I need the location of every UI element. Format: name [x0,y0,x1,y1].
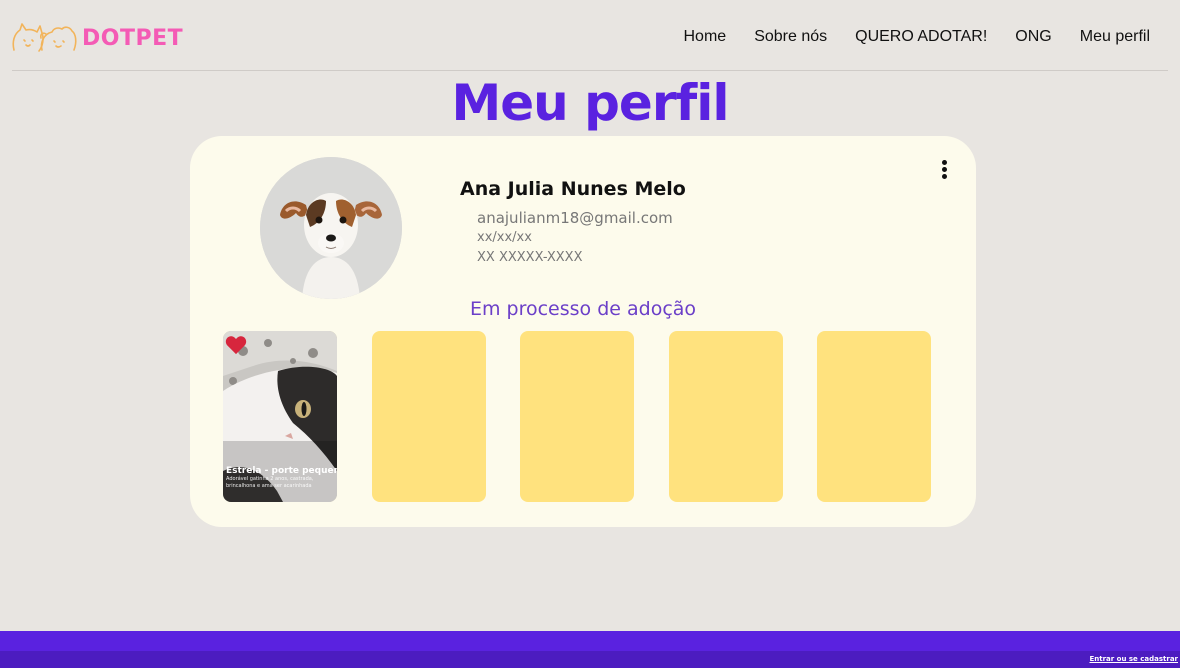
nav-home[interactable]: Home [684,28,727,46]
brand-name: DOTPET [82,25,184,51]
dog-photo [260,157,402,299]
profile-card: Ana Julia Nunes Melo anajulianm18@gmail.… [190,136,976,527]
pet-placeholder-card[interactable] [372,331,486,502]
page-title: Meu perfil [451,74,729,132]
pet-caption: Estrela - porte pequeno Adorável gatinha… [226,466,337,490]
user-info: anajulianm18@gmail.com xx/xx/xx XX XXXXX… [477,208,673,268]
brand-logo[interactable]: DOTPET [10,20,183,56]
user-phone: XX XXXXX-XXXX [477,250,583,265]
site-footer: Entrar ou se cadastrar [0,631,1180,668]
user-name: Ana Julia Nunes Melo [460,178,686,200]
pet-placeholder-card[interactable] [817,331,931,502]
pet-card[interactable]: Estrela - porte pequeno Adorável gatinha… [223,331,337,502]
adoption-section-title: Em processo de adoção [469,298,697,320]
footer-band [0,631,1180,651]
vertical-dots-icon[interactable] [938,160,950,184]
header-divider [12,70,1168,71]
pet-description: Adorável gatinha 2 anos, castrada, brinc… [226,476,314,489]
nav-sobre-nos[interactable]: Sobre nós [754,28,827,46]
user-email: anajulianm18@gmail.com [477,209,673,227]
pet-placeholder-card[interactable] [669,331,783,502]
avatar [260,157,402,299]
pet-name: Estrela - porte pequeno [226,466,337,476]
nav-ong[interactable]: ONG [1015,28,1051,46]
cat-dog-outline-icon [12,23,77,52]
main-nav: Home Sobre nós QUERO ADOTAR! ONG Meu per… [656,28,1151,46]
heart-icon[interactable] [225,335,247,355]
login-signup-link[interactable]: Entrar ou se cadastrar [1089,655,1178,663]
pet-placeholder-card[interactable] [520,331,634,502]
site-header: DOTPET Home Sobre nós QUERO ADOTAR! ONG … [0,0,1180,72]
nav-quero-adotar[interactable]: QUERO ADOTAR! [855,28,987,46]
user-birthdate: xx/xx/xx [477,230,532,245]
nav-meu-perfil[interactable]: Meu perfil [1080,28,1150,46]
